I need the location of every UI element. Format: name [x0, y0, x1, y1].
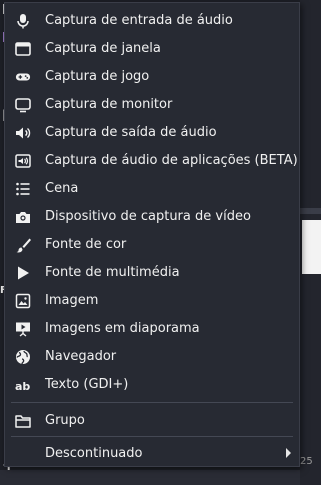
menu-item-label: Texto (GDI+)	[45, 377, 129, 392]
globe-icon	[15, 349, 31, 365]
menu-separator	[11, 402, 293, 403]
menu-item-audio-output-capture[interactable]: Captura de saída de áudio	[5, 119, 299, 147]
window-icon	[15, 41, 31, 57]
menu-item-scene[interactable]: Cena	[5, 175, 299, 203]
menu-item-group[interactable]: Grupo	[5, 407, 299, 435]
menu-item-deprecated[interactable]: Descontinuado	[5, 440, 299, 468]
menu-item-label: Imagens em diaporama	[45, 321, 200, 336]
slideshow-icon	[15, 321, 31, 337]
menu-item-label: Cena	[45, 181, 79, 196]
menu-item-label: Captura de monitor	[45, 97, 173, 112]
menu-item-label: Fonte de multimédia	[45, 265, 180, 280]
menu-item-label: Captura de janela	[45, 41, 161, 56]
menu-separator	[11, 436, 293, 437]
menu-item-window-capture[interactable]: Captura de janela	[5, 35, 299, 63]
menu-item-label: Grupo	[45, 413, 85, 428]
monitor-icon	[15, 97, 31, 113]
menu-item-label: Dispositivo de captura de vídeo	[45, 209, 251, 224]
menu-item-label: Fonte de cor	[45, 237, 127, 252]
menu-item-image-slideshow[interactable]: Imagens em diaporama	[5, 315, 299, 343]
menu-item-label: Captura de áudio de aplicações (BETA)	[45, 153, 298, 168]
background-preview	[302, 220, 321, 274]
menu-item-browser[interactable]: Navegador	[5, 343, 299, 371]
folder-icon	[15, 413, 31, 429]
menu-item-game-capture[interactable]: Captura de jogo	[5, 63, 299, 91]
background-divider	[300, 208, 321, 214]
app-audio-icon	[15, 153, 31, 169]
menu-item-video-capture-device[interactable]: Dispositivo de captura de vídeo	[5, 203, 299, 231]
menu-item-application-audio-capture[interactable]: Captura de áudio de aplicações (BETA)	[5, 147, 299, 175]
gamepad-icon	[15, 69, 31, 85]
menu-item-media-source[interactable]: Fonte de multimédia	[5, 259, 299, 287]
menu-item-audio-input-capture[interactable]: Captura de entrada de áudio	[5, 7, 299, 35]
menu-item-label: Captura de jogo	[45, 69, 150, 84]
menu-item-monitor-capture[interactable]: Captura de monitor	[5, 91, 299, 119]
menu-item-text-gdi[interactable]: ab Texto (GDI+)	[5, 371, 299, 399]
menu-item-image[interactable]: Imagem	[5, 287, 299, 315]
add-source-menu: Captura de entrada de áudio Captura de j…	[4, 2, 300, 467]
menu-item-color-source[interactable]: Fonte de cor	[5, 231, 299, 259]
menu-item-label: Captura de saída de áudio	[45, 125, 217, 140]
speaker-icon	[15, 125, 31, 141]
play-icon	[15, 265, 31, 281]
menu-item-label: Imagem	[45, 293, 99, 308]
camera-icon	[15, 209, 31, 225]
image-icon	[15, 293, 31, 309]
menu-item-label: Descontinuado	[45, 446, 143, 461]
list-icon	[15, 181, 31, 197]
microphone-icon	[15, 13, 31, 29]
svg-text:ab: ab	[15, 380, 30, 393]
menu-item-label: Navegador	[45, 349, 117, 364]
menu-item-label: Captura de entrada de áudio	[45, 13, 233, 28]
text-icon: ab	[15, 377, 31, 393]
paintbrush-icon	[15, 237, 31, 253]
background-toolbar	[0, 470, 300, 485]
chevron-right-icon	[286, 448, 291, 458]
background-number: 25	[300, 456, 313, 467]
